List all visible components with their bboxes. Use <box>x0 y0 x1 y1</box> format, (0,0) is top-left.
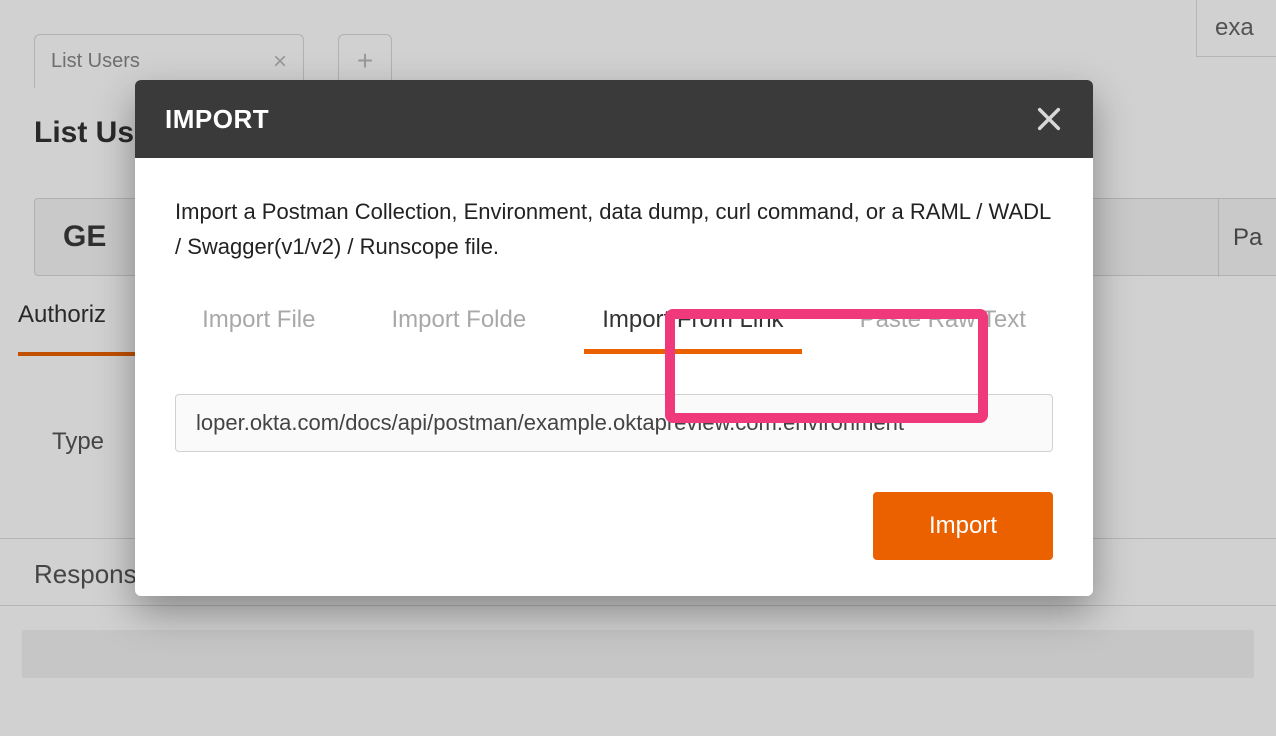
import-mode-tabs: Import File Import Folde Import From Lin… <box>175 306 1053 350</box>
tab-import-file[interactable]: Import File <box>196 306 321 350</box>
modal-title: IMPORT <box>165 104 269 135</box>
close-icon[interactable] <box>1035 105 1063 133</box>
import-url-input[interactable] <box>175 394 1053 452</box>
tab-import-from-link[interactable]: Import From Link <box>596 306 789 350</box>
modal-footer: Import <box>175 492 1053 560</box>
modal-description: Import a Postman Collection, Environment… <box>175 194 1053 264</box>
modal-header: IMPORT <box>135 80 1093 158</box>
import-modal: IMPORT Import a Postman Collection, Envi… <box>135 80 1093 596</box>
tab-paste-raw-text[interactable]: Paste Raw Text <box>854 306 1032 350</box>
tab-import-folder[interactable]: Import Folde <box>385 306 532 350</box>
import-button[interactable]: Import <box>873 492 1053 560</box>
modal-body: Import a Postman Collection, Environment… <box>135 158 1093 596</box>
